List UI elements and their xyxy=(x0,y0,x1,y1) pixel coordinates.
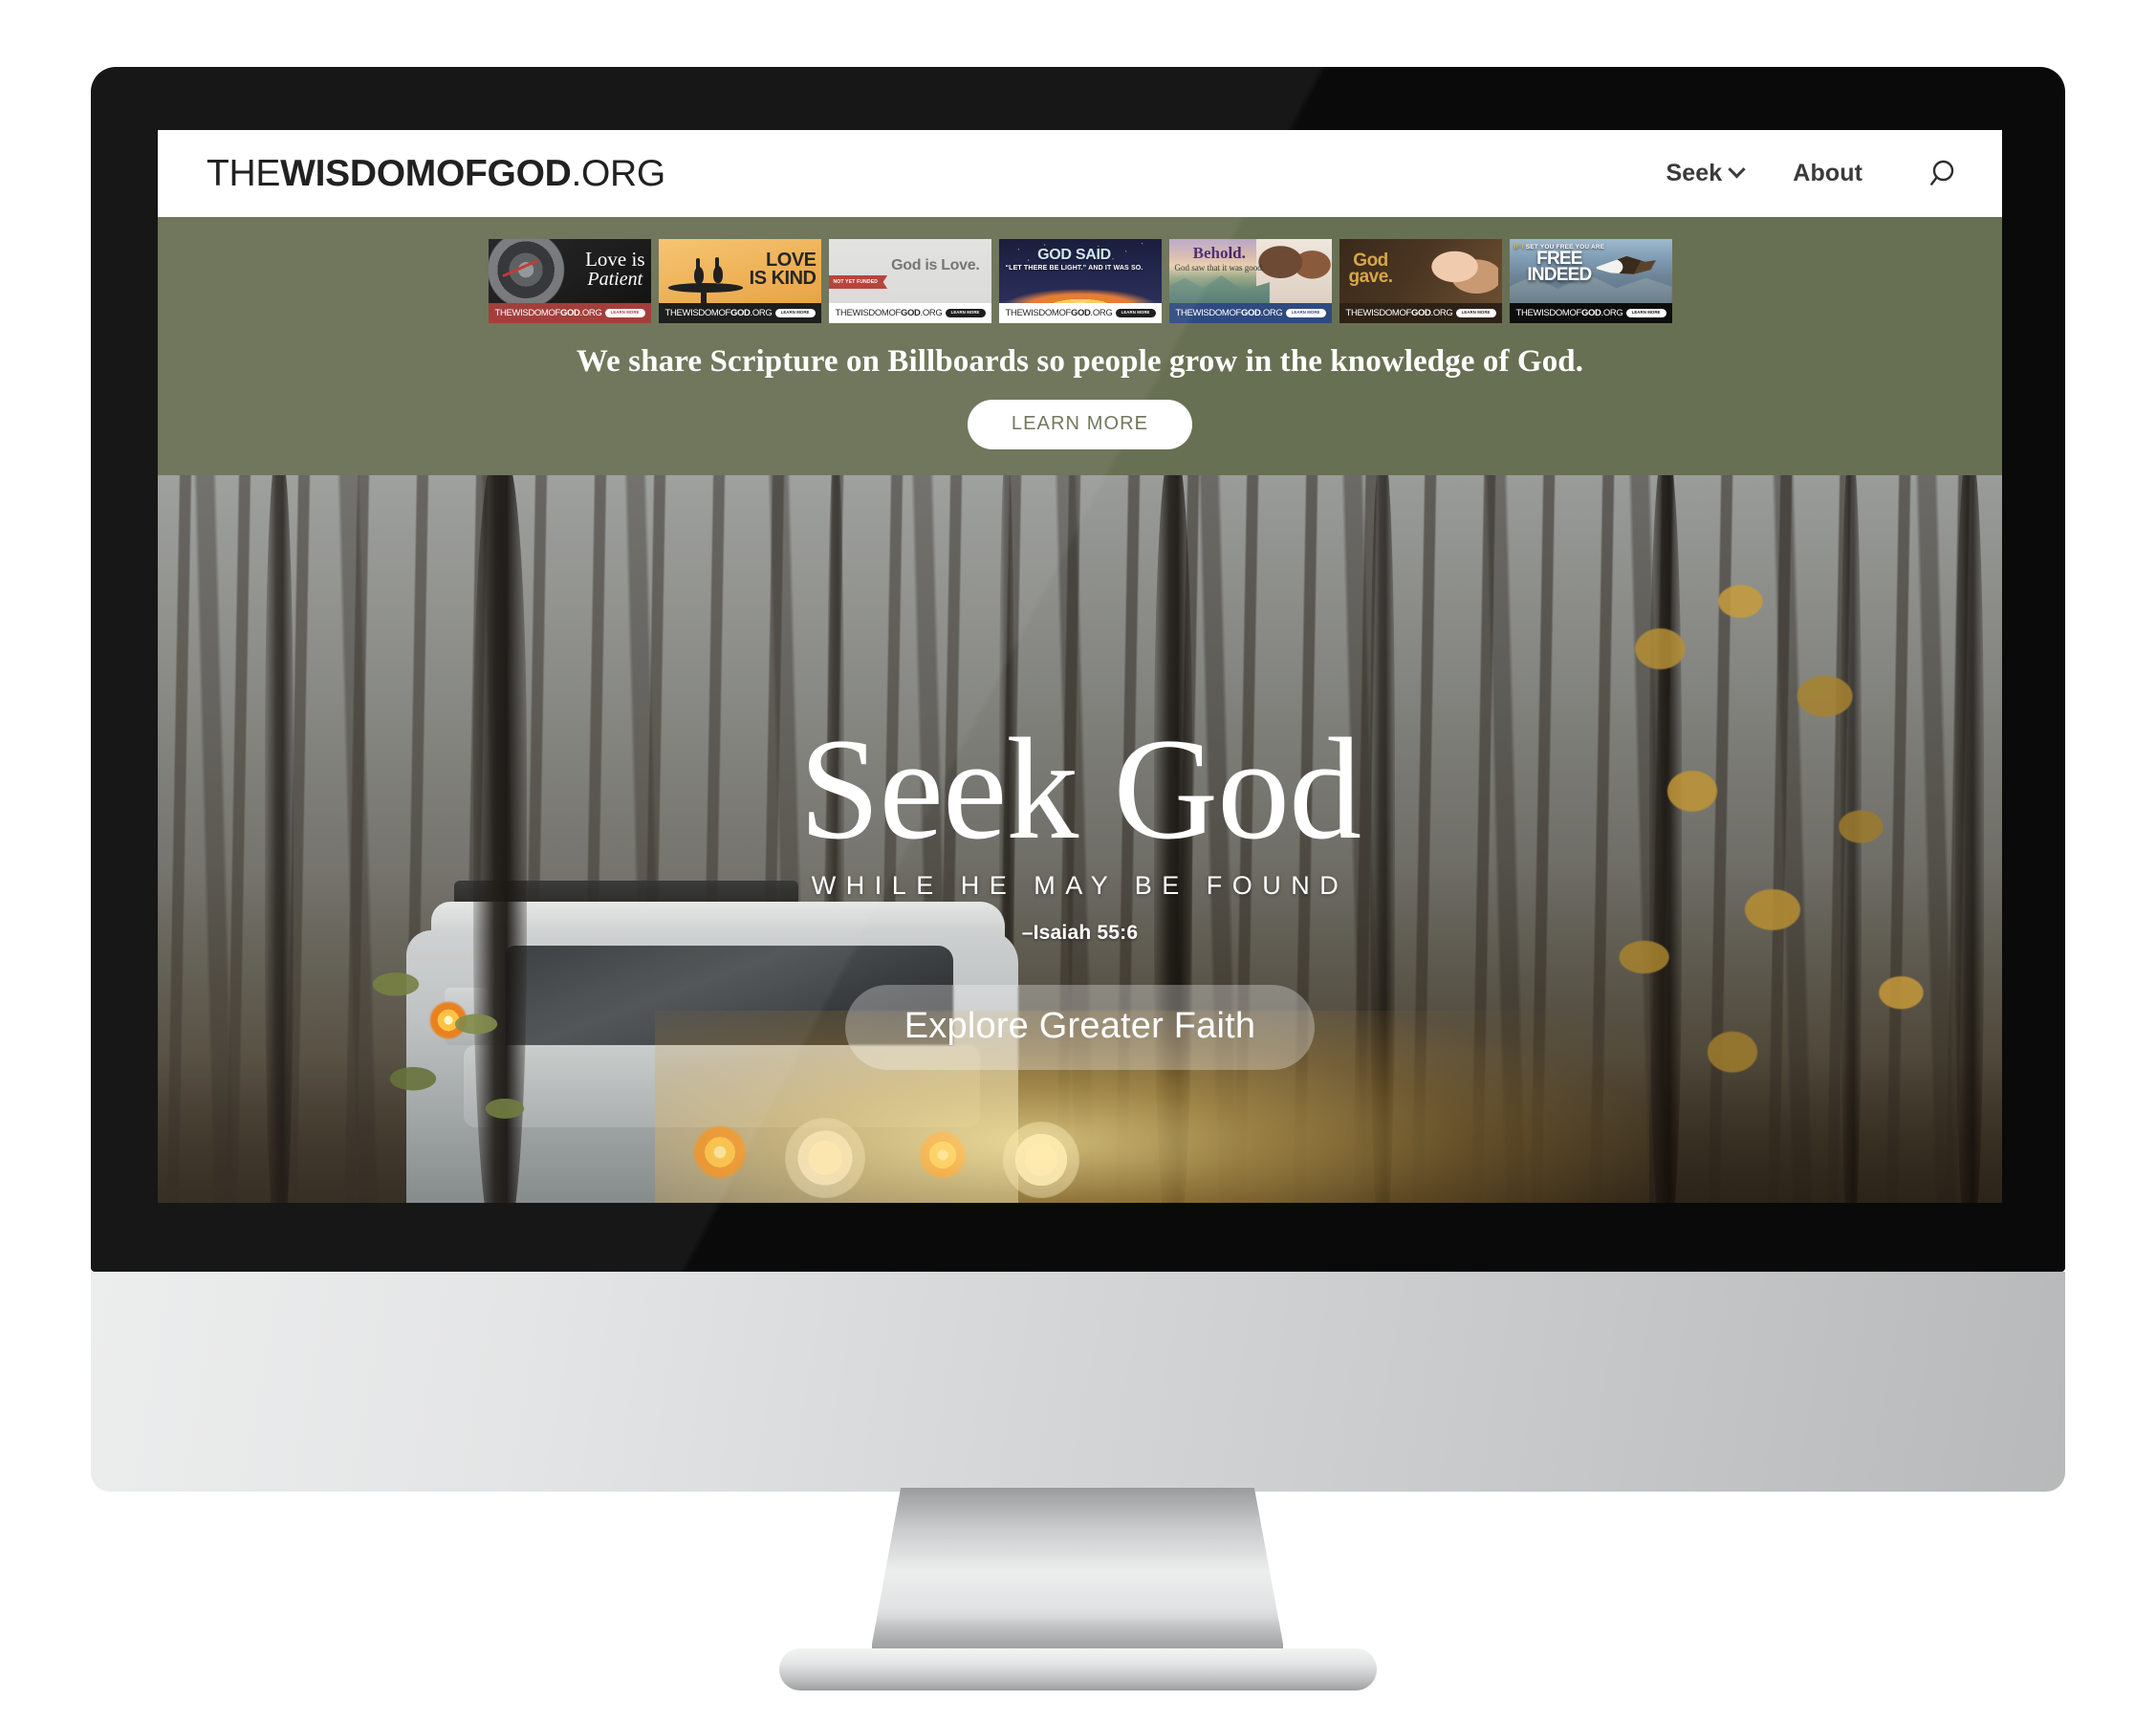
billboard-strip: Love is Patient THEWISDOMOFGOD.ORG LEARN… xyxy=(158,239,2002,323)
site-logo[interactable]: THEWISDOMOFGOD.ORG xyxy=(207,155,665,192)
billboard-headline-line2: Patient xyxy=(587,268,643,290)
billboard-headline: LOVE IS KIND xyxy=(750,251,817,288)
hero-section: Seek God WHILE HE MAY BE FOUND –Isaiah 5… xyxy=(158,475,2002,1203)
billboard-headline: Behold. God saw that it was good. xyxy=(1175,245,1265,273)
billboard-site-url: THEWISDOMOFGOD.ORG xyxy=(1515,307,1623,318)
billboard-headline-line1: GOD SAID xyxy=(1037,247,1111,263)
billboard-headline-line2: “LET THERE BE LIGHT.” AND IT WAS SO. xyxy=(1005,265,1143,272)
logo-part-the: THE xyxy=(207,153,281,194)
billboard-headline-line2: IS KIND xyxy=(749,268,817,289)
monitor-stand-neck xyxy=(872,1488,1283,1669)
billboard-artwork: IF I SET YOU FREE YOU ARE FREE INDEED xyxy=(1509,239,1672,303)
hero-title: Seek God xyxy=(798,709,1361,869)
billboard-footer: THEWISDOMOFGOD.ORG LEARN MORE xyxy=(488,303,651,323)
billboard-site-url: THEWISDOMOFGOD.ORG xyxy=(1345,307,1453,318)
billboard-artwork: Love is Patient xyxy=(488,239,651,303)
billboard-headline: IF I SET YOU FREE YOU ARE FREE INDEED xyxy=(1514,244,1605,285)
clasped-hands-photo xyxy=(1429,244,1499,298)
turn-signal-light xyxy=(693,1125,747,1179)
nav-item-seek-label: Seek xyxy=(1666,160,1723,186)
billboard-headline: God gave. xyxy=(1348,251,1394,288)
screenshot-stage: THEWISDOMOFGOD.ORG Seek About Love is Pa… xyxy=(0,0,2156,1723)
billboard-headline: GOD SAID “LET THERE BE LIGHT.” AND IT WA… xyxy=(1005,247,1143,273)
billboard-footer: THEWISDOMOFGOD.ORG LEARN MORE xyxy=(1509,303,1672,323)
logo-part-wisdom: WISDOM xyxy=(280,153,436,194)
stork-icon xyxy=(713,257,724,284)
billboard-site-url: THEWISDOMOFGOD.ORG xyxy=(664,307,773,318)
not-yet-funded-ribbon: NOT YET FUNDED xyxy=(828,275,888,289)
billboard-headline-line1: God is Love. xyxy=(891,257,980,273)
billboard-learn-more-pill[interactable]: LEARN MORE xyxy=(604,308,645,318)
billboard-learn-more-pill[interactable]: LEARN MORE xyxy=(774,308,816,318)
nav-item-seek[interactable]: Seek xyxy=(1666,160,1746,187)
headlight xyxy=(1003,1122,1079,1198)
billboard-site-url: THEWISDOMOFGOD.ORG xyxy=(494,307,602,318)
headlight xyxy=(785,1118,865,1198)
billboard-footer: THEWISDOMOFGOD.ORG LEARN MORE xyxy=(828,303,991,323)
site-header: THEWISDOMOFGOD.ORG Seek About xyxy=(158,130,2002,217)
billboard-artwork: Behold. God saw that it was good. xyxy=(1168,239,1332,303)
billboard-card[interactable]: God gave. THEWISDOMOFGOD.ORG LEARN MORE xyxy=(1339,239,1502,323)
hero-citation: –Isaiah 55:6 xyxy=(1021,922,1139,944)
billboard-site-url: THEWISDOMOFGOD.ORG xyxy=(1175,307,1283,318)
billboard-headline-line1: Behold. xyxy=(1192,244,1246,262)
billboard-footer: THEWISDOMOFGOD.ORG LEARN MORE xyxy=(658,303,821,323)
turn-signal-light xyxy=(919,1131,967,1179)
logo-part-of: OF xyxy=(435,153,488,194)
billboard-artwork: GOD SAID “LET THERE BE LIGHT.” AND IT WA… xyxy=(998,239,1162,303)
browser-viewport: THEWISDOMOFGOD.ORG Seek About Love is Pa… xyxy=(158,130,2002,1203)
billboard-learn-more-pill[interactable]: LEARN MORE xyxy=(945,308,986,318)
billboard-card[interactable]: LOVE IS KIND THEWISDOMOFGOD.ORG LEARN MO… xyxy=(658,239,821,323)
promo-tagline: We share Scripture on Billboards so peop… xyxy=(576,344,1584,379)
billboard-footer: THEWISDOMOFGOD.ORG LEARN MORE xyxy=(1339,303,1502,323)
billboard-learn-more-pill[interactable]: LEARN MORE xyxy=(1115,308,1156,318)
billboard-card[interactable]: IF I SET YOU FREE YOU ARE FREE INDEED TH… xyxy=(1509,239,1672,323)
billboard-card[interactable]: Love is Patient THEWISDOMOFGOD.ORG LEARN… xyxy=(488,239,651,323)
billboard-artwork: LOVE IS KIND xyxy=(658,239,821,303)
billboard-headline-line2: INDEED xyxy=(1527,264,1592,285)
billboard-headline-line1: Love is xyxy=(585,248,645,271)
nav-item-about-label: About xyxy=(1793,160,1862,186)
search-icon[interactable] xyxy=(1926,155,1964,193)
billboard-headline-line2: God saw that it was good. xyxy=(1174,263,1265,273)
billboard-card[interactable]: GOD SAID “LET THERE BE LIGHT.” AND IT WA… xyxy=(998,239,1162,323)
promo-band: Love is Patient THEWISDOMOFGOD.ORG LEARN… xyxy=(158,217,2002,475)
learn-more-button[interactable]: LEARN MORE xyxy=(967,400,1193,449)
monitor-stand-foot xyxy=(779,1648,1377,1690)
billboard-learn-more-pill[interactable]: LEARN MORE xyxy=(1625,308,1666,318)
logo-part-god: GOD xyxy=(487,153,572,194)
monitor-chin xyxy=(91,1272,2065,1492)
billboard-card[interactable]: God is Love. NOT YET FUNDED THEWISDOMOFG… xyxy=(828,239,991,323)
billboard-footer: THEWISDOMOFGOD.ORG LEARN MORE xyxy=(998,303,1162,323)
billboard-site-url: THEWISDOMOFGOD.ORG xyxy=(1005,307,1113,318)
billboard-learn-more-pill[interactable]: LEARN MORE xyxy=(1455,308,1496,318)
stork-icon xyxy=(693,257,704,284)
billboard-learn-more-pill[interactable]: LEARN MORE xyxy=(1285,308,1326,318)
billboard-site-url: THEWISDOMOFGOD.ORG xyxy=(835,307,943,318)
nest-shape xyxy=(667,274,744,303)
logo-part-tld: .ORG xyxy=(571,153,665,194)
billboard-artwork: God is Love. NOT YET FUNDED xyxy=(828,239,991,303)
chevron-down-icon xyxy=(1728,161,1746,179)
explore-greater-faith-button[interactable]: Explore Greater Faith xyxy=(844,985,1316,1070)
hero-subtitle: WHILE HE MAY BE FOUND xyxy=(811,871,1349,900)
hero-content: Seek God WHILE HE MAY BE FOUND –Isaiah 5… xyxy=(158,716,2002,1070)
main-nav: Seek About xyxy=(1666,155,1965,193)
billboard-artwork: God gave. xyxy=(1339,239,1502,303)
billboard-headline: Love is Patient xyxy=(585,248,645,290)
billboard-card[interactable]: Behold. God saw that it was good. THEWIS… xyxy=(1168,239,1332,323)
nav-item-about[interactable]: About xyxy=(1793,160,1862,187)
billboard-headline-line2: gave. xyxy=(1348,267,1394,288)
billboard-footer: THEWISDOMOFGOD.ORG LEARN MORE xyxy=(1168,303,1332,323)
mountain-shape xyxy=(1168,275,1270,303)
